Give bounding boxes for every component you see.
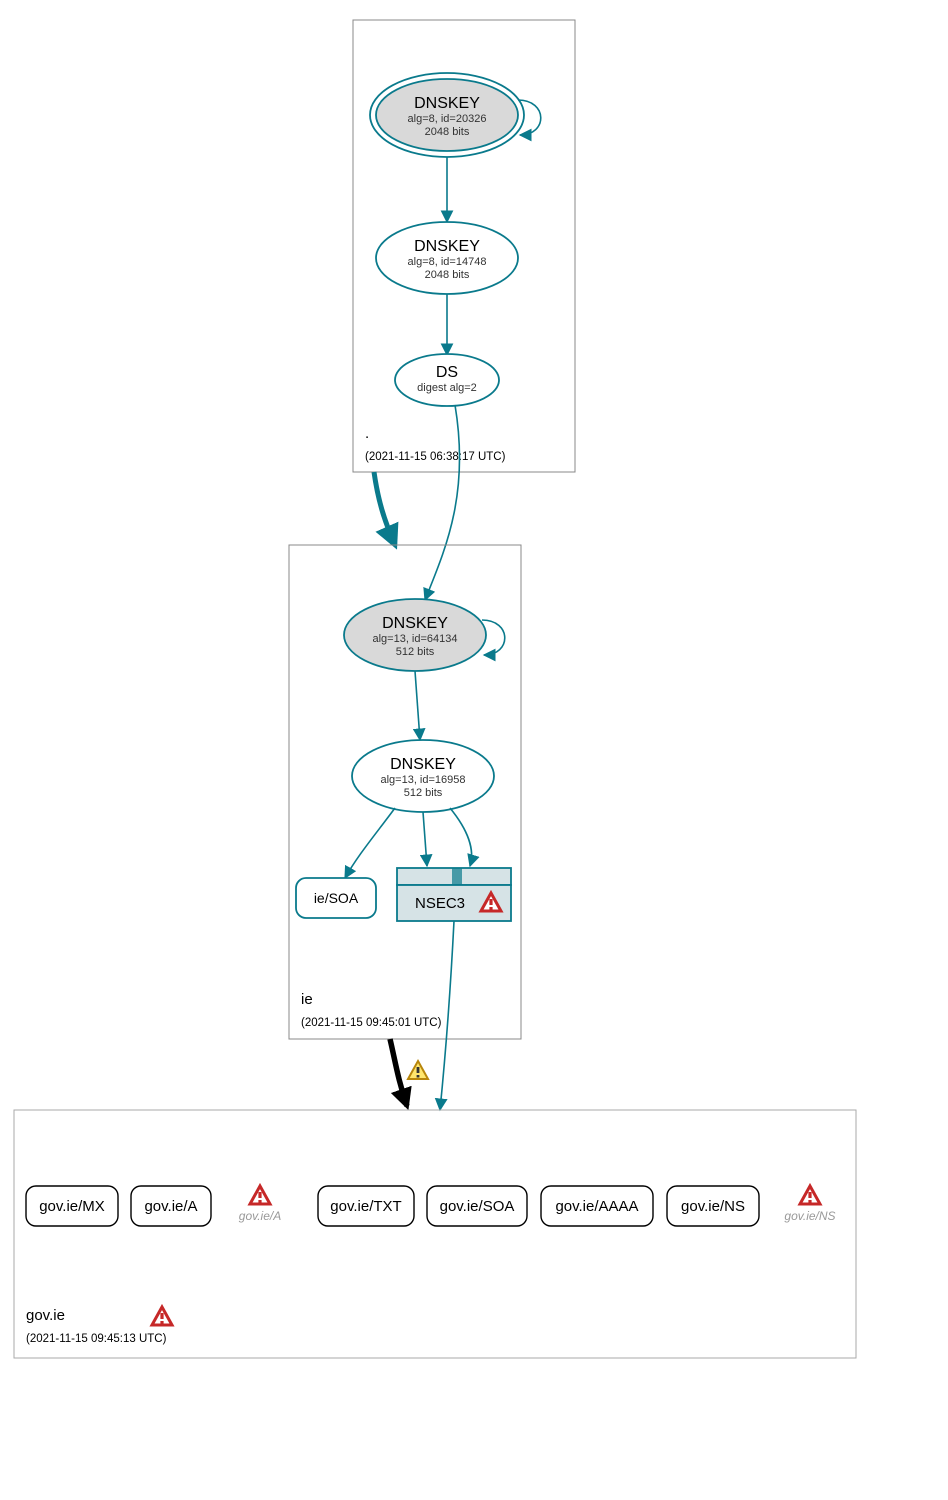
error-icon	[800, 1186, 820, 1204]
zone-ts-root: (2021-11-15 06:38:17 UTC)	[365, 451, 506, 463]
root-ksk-title: DNSKEY	[414, 95, 480, 112]
dnssec-graph: . (2021-11-15 06:38:17 UTC) DNSKEY alg=8…	[0, 0, 948, 1500]
root-ksk-l2: 2048 bits	[425, 126, 470, 138]
root-ds-title: DS	[436, 364, 458, 381]
zone-label-gov: gov.ie	[26, 1307, 65, 1324]
root-zsk-l2: 2048 bits	[425, 269, 470, 281]
gov-txt-label: gov.ie/TXT	[330, 1198, 401, 1215]
zone-ts-ie: (2021-11-15 09:45:01 UTC)	[301, 1017, 442, 1029]
root-ds-l1: digest alg=2	[417, 382, 477, 394]
ie-nsec3-group: NSEC3	[397, 868, 511, 921]
root-zsk-title: DNSKEY	[414, 238, 480, 255]
arrow-ieksk-iezsk	[415, 671, 420, 740]
zone-label-root: .	[365, 425, 369, 442]
root-zsk-l1: alg=8, id=14748	[408, 256, 487, 268]
error-icon	[250, 1186, 270, 1204]
zone-box-gov	[14, 1110, 856, 1358]
zone-label-ie: ie	[301, 991, 313, 1008]
ie-zsk-title: DNSKEY	[390, 756, 456, 773]
root-ksk-l1: alg=8, id=20326	[408, 113, 487, 125]
arrow-iezsk-nsec2	[450, 808, 472, 866]
ie-soa-label: ie/SOA	[314, 890, 359, 906]
arrow-iezsk-nsec1	[423, 812, 427, 866]
arrow-root-to-ie-delegation	[374, 472, 395, 545]
arrow-ie-to-gov-delegation	[390, 1039, 407, 1106]
gov-a-gray-label: gov.ie/A	[239, 1209, 281, 1223]
gov-aaaa-label: gov.ie/AAAA	[555, 1198, 638, 1215]
ie-ksk-l1: alg=13, id=64134	[372, 633, 457, 645]
ie-zsk-l1: alg=13, id=16958	[380, 774, 465, 786]
ie-zsk-l2: 512 bits	[404, 787, 443, 799]
gov-ns-label: gov.ie/NS	[681, 1198, 745, 1215]
gov-soa-label: gov.ie/SOA	[440, 1198, 515, 1215]
ie-nsec3-label: NSEC3	[415, 895, 465, 912]
zone-ts-gov: (2021-11-15 09:45:13 UTC)	[26, 1333, 167, 1345]
gov-mx-label: gov.ie/MX	[39, 1198, 105, 1215]
error-icon	[152, 1307, 172, 1325]
arrow-iezsk-soa	[345, 808, 395, 878]
warning-icon	[408, 1061, 428, 1079]
ie-ksk-l2: 512 bits	[396, 646, 435, 658]
arrow-ds-ieksk	[425, 405, 460, 600]
arrow-nsec-gov	[440, 921, 454, 1110]
gov-a-label: gov.ie/A	[144, 1198, 197, 1215]
ie-ksk-title: DNSKEY	[382, 615, 448, 632]
gov-ns-gray-label: gov.ie/NS	[784, 1209, 835, 1223]
